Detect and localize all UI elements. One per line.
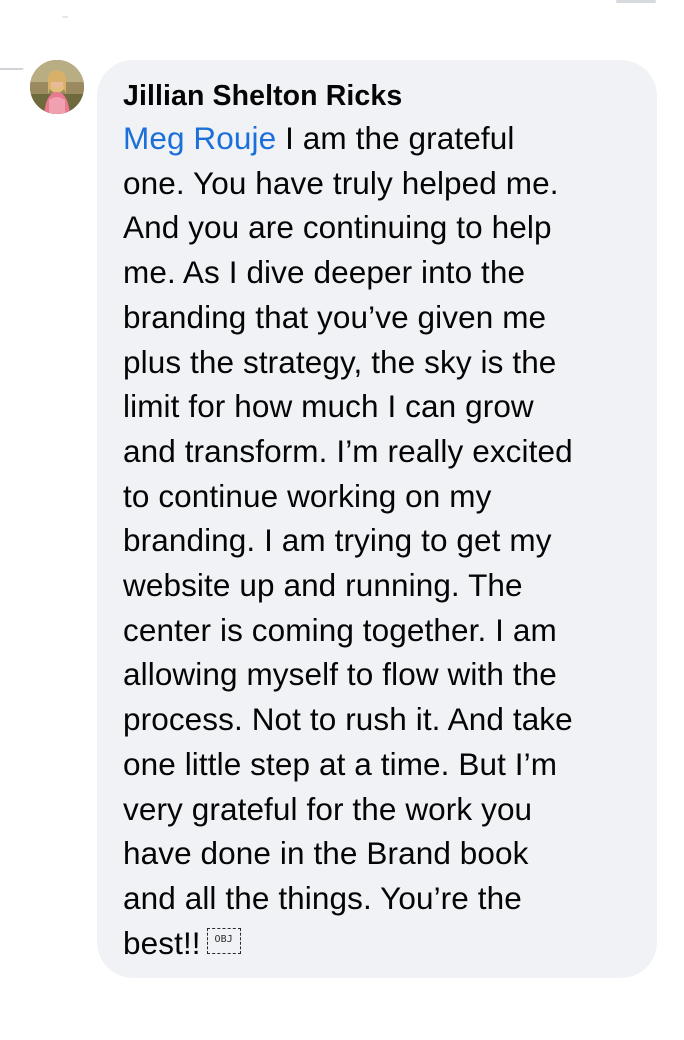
avatar[interactable] bbox=[30, 60, 84, 114]
comment-line-17: have done in the Brand book bbox=[123, 835, 529, 872]
object-replacement-icon: OBJ bbox=[206, 928, 241, 955]
comment-author[interactable]: Jillian Shelton Ricks bbox=[123, 80, 633, 112]
comment-text: Meg Rouje I am the grateful one. You hav… bbox=[123, 116, 633, 965]
comment-line-4: me. As I dive deeper into the bbox=[123, 254, 526, 291]
mention-link[interactable]: Meg Rouje bbox=[123, 120, 276, 156]
comment-bubble: Jillian Shelton Ricks Meg Rouje I am the… bbox=[97, 60, 657, 978]
comment-line-1: I am the grateful bbox=[285, 120, 515, 156]
comment-line-2: one. You have truly helped me. bbox=[123, 164, 559, 201]
comment-line-14: process. Not to rush it. And take bbox=[123, 701, 573, 738]
comment-line-18: and all the things. You’re the bbox=[123, 879, 522, 916]
reply-thread-line bbox=[0, 68, 24, 76]
comment-line-13: allowing myself to flow with the bbox=[123, 656, 557, 693]
comment-line-10: branding. I am trying to get my bbox=[123, 522, 552, 559]
avatar-photo-icon bbox=[30, 60, 84, 114]
comment-line-9: to continue working on my bbox=[123, 477, 492, 514]
top-edge-dot bbox=[62, 16, 68, 18]
comment-line-5: branding that you’ve given me bbox=[123, 298, 547, 335]
comment-line-11: website up and running. The bbox=[123, 567, 523, 604]
comment-line-7: limit for how much I can grow bbox=[123, 388, 534, 425]
comment-line-6: plus the strategy, the sky is the bbox=[123, 343, 557, 380]
comment-line-16: very grateful for the work you bbox=[123, 790, 533, 827]
top-edge-fragment bbox=[616, 0, 656, 3]
comment-line-15: one little step at a time. But I’m bbox=[123, 745, 558, 782]
comment-line-3: And you are continuing to help bbox=[123, 209, 552, 246]
comment-line-19: best!! bbox=[123, 924, 201, 961]
comment-line-12: center is coming together. I am bbox=[123, 611, 557, 648]
comment-line-8: and transform. I’m really excited bbox=[123, 432, 573, 469]
